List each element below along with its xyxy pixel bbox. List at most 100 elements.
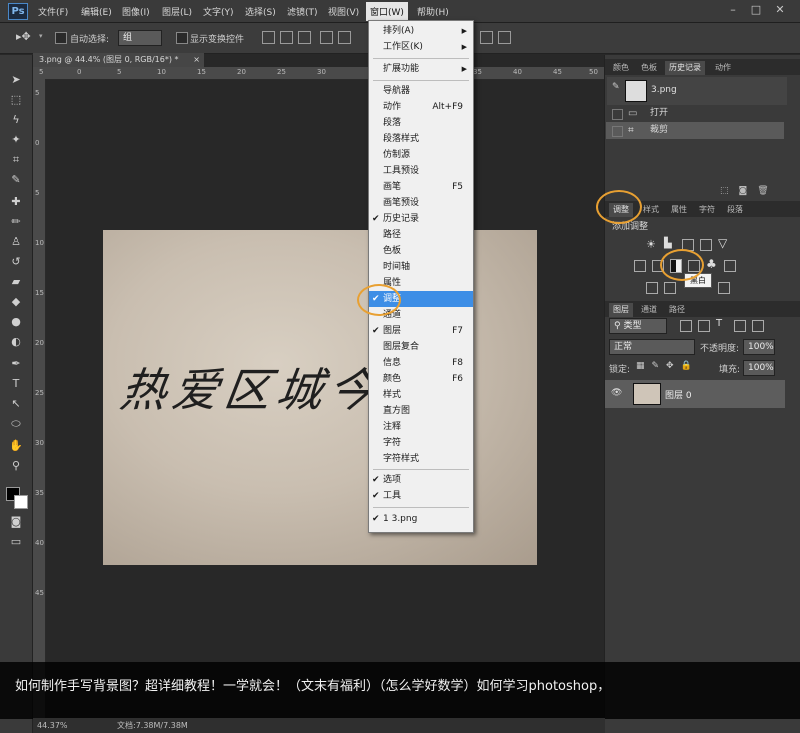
menu-item-history[interactable]: ✔ 历史记录 [369,211,473,227]
menu-item-actions[interactable]: 动作 Alt+F9 [369,99,473,115]
tab-swatches[interactable]: 色板 [637,61,661,75]
close-button[interactable]: ✕ [772,3,788,17]
tab-channels[interactable]: 通道 [637,303,661,317]
document-tab[interactable]: 3.png @ 44.4% (图层 0, RGB/16*) * × [33,53,204,67]
tab-actions[interactable]: 动作 [711,61,735,75]
magic-wand-icon[interactable]: ✦ [9,133,23,147]
tab-layers[interactable]: 图层 [609,303,633,317]
type-tool-icon[interactable]: T [9,377,23,391]
menu-item-workspace[interactable]: 工作区(K) ▶ [369,39,473,55]
tab-paragraph[interactable]: 段落 [723,203,747,217]
filter-smart-icon[interactable] [752,320,764,332]
history-snapshot-row[interactable]: ✎ 3.png [607,77,787,105]
menu-select[interactable]: 选择(S) [245,5,276,18]
menu-item-notes[interactable]: 注释 [369,419,473,435]
menu-item-info[interactable]: 信息 F8 [369,355,473,371]
menu-item-layer-comps[interactable]: 图层复合 [369,339,473,355]
history-row-open[interactable]: ▭ 打开 [606,105,784,122]
tab-paths[interactable]: 路径 [665,303,689,317]
menu-file[interactable]: 文件(F) [38,5,68,18]
align-hcenter-icon[interactable] [338,31,351,44]
vibrance-icon[interactable]: ▽ [718,236,727,250]
minimize-button[interactable]: – [725,3,741,17]
levels-icon[interactable]: ▙ [664,238,672,249]
menu-item-character-styles[interactable]: 字符样式 [369,451,473,467]
quick-mask-icon[interactable]: ◙ [9,515,23,529]
blend-mode-dropdown[interactable]: 正常 [609,339,695,355]
history-state-checkbox[interactable] [612,109,623,120]
align-left-icon[interactable] [320,31,333,44]
color-lookup-icon[interactable] [724,260,736,272]
menu-window[interactable]: 窗口(W) [366,2,408,21]
tab-color[interactable]: 颜色 [609,61,633,75]
menu-item-paths[interactable]: 路径 [369,227,473,243]
hand-tool-icon[interactable]: ✋ [9,439,23,453]
menu-help[interactable]: 帮助(H) [417,5,449,18]
layer-filter-dropdown[interactable]: ⚲ 类型 [609,318,667,334]
menu-layer[interactable]: 图层(L) [162,5,192,18]
filter-shape-icon[interactable] [734,320,746,332]
menu-item-paragraph[interactable]: 段落 [369,115,473,131]
history-footer-icons[interactable]: ⬚◙🗑 [720,186,779,196]
menu-item-swatches[interactable]: 色板 [369,243,473,259]
show-transform-checkbox[interactable] [176,32,188,44]
menu-item-arrange[interactable]: 排列(A) ▶ [369,23,473,39]
brightness-icon[interactable]: ☀ [646,238,656,251]
opacity-input[interactable]: 100% [743,339,775,355]
close-tab-icon[interactable]: × [193,53,200,67]
eyedropper-icon[interactable]: ✎ [9,173,23,187]
crop-tool-icon[interactable]: ⌗ [9,153,23,167]
history-brush-icon[interactable]: ↺ [9,255,23,269]
screen-mode-icon[interactable]: ▭ [9,535,23,549]
shape-tool-icon[interactable]: ⬭ [9,417,23,431]
menu-item-character[interactable]: 字符 [369,435,473,451]
menu-view[interactable]: 视图(V) [328,5,359,18]
posterize-icon[interactable] [664,282,676,294]
move-tool-icon[interactable]: ▸✥ [16,30,31,43]
menu-filter[interactable]: 滤镜(T) [287,5,318,18]
menu-item-brush-presets[interactable]: 画笔预设 [369,195,473,211]
brush-tool-icon[interactable]: ✏ [9,215,23,229]
menu-item-color[interactable]: 颜色 F6 [369,371,473,387]
hue-saturation-icon[interactable] [634,260,646,272]
menu-image[interactable]: 图像(I) [122,5,150,18]
align-vcenter-icon[interactable] [280,31,293,44]
gradient-map-icon[interactable] [718,282,730,294]
menu-type[interactable]: 文字(Y) [203,5,234,18]
path-select-icon[interactable]: ↖ [9,397,23,411]
menu-item-tools[interactable]: ✔ 工具 [369,488,473,504]
tool-preset-dropdown-icon[interactable]: ▾ [39,32,43,40]
menu-item-histogram[interactable]: 直方图 [369,403,473,419]
tab-properties[interactable]: 属性 [667,203,691,217]
exposure-icon[interactable] [700,239,712,251]
menu-edit[interactable]: 编辑(E) [81,5,112,18]
dodge-tool-icon[interactable]: ◐ [9,335,23,349]
healing-brush-icon[interactable]: ✚ [9,195,23,209]
zoom-level[interactable]: 44.37% [37,718,68,733]
tab-history[interactable]: 历史记录 [665,61,705,75]
zoom-tool-icon[interactable]: ⚲ [9,459,23,473]
filter-type-icon[interactable]: T [716,318,722,329]
align-top-icon[interactable] [262,31,275,44]
eraser-icon[interactable]: ▰ [9,275,23,289]
lock-icons[interactable]: ▦✎✥🔒 [636,361,699,371]
channel-mixer-icon[interactable]: ♣ [706,257,717,271]
filter-pixel-icon[interactable] [680,320,692,332]
invert-icon[interactable] [646,282,658,294]
menu-item-document[interactable]: ✔ 1 3.png [369,511,473,527]
align-bottom-icon[interactable] [298,31,311,44]
menu-item-clone-source[interactable]: 仿制源 [369,147,473,163]
tab-character[interactable]: 字符 [695,203,719,217]
filter-adjustment-icon[interactable] [698,320,710,332]
menu-item-layers[interactable]: ✔ 图层 F7 [369,323,473,339]
menu-item-tool-presets[interactable]: 工具预设 [369,163,473,179]
distribute-right-icon[interactable] [498,31,511,44]
menu-item-navigator[interactable]: 导航器 [369,83,473,99]
history-row-crop[interactable]: ⌗ 裁剪 [606,122,784,139]
history-state-checkbox[interactable] [612,126,623,137]
auto-select-checkbox[interactable] [55,32,67,44]
maximize-button[interactable]: □ [748,3,764,17]
menu-item-styles[interactable]: 样式 [369,387,473,403]
distribute-icon[interactable] [480,31,493,44]
auto-select-dropdown[interactable]: 组 [118,30,162,46]
